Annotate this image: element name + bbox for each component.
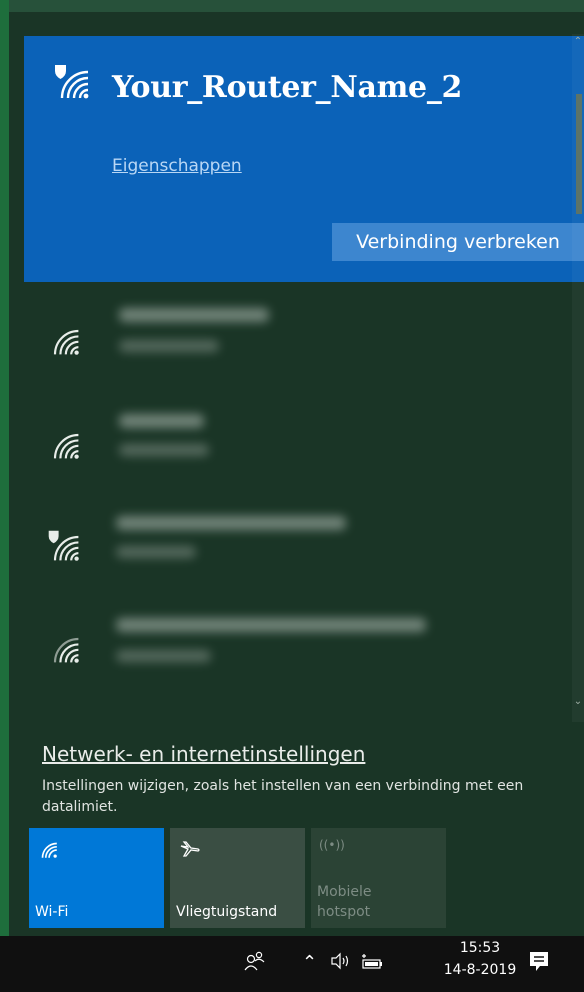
taskbar: ⌃ 15:53 14-8-2019: [0, 936, 584, 992]
network-name-blurred: [119, 414, 204, 428]
wifi-icon: [46, 630, 82, 666]
connected-network-name: Your_Router_Name_2: [112, 70, 463, 105]
network-status-blurred: [119, 340, 219, 352]
wifi-icon: [46, 322, 82, 358]
airplane-mode-label: Vliegtuigstand: [176, 904, 278, 920]
action-center-icon[interactable]: [528, 950, 550, 978]
wifi-icon: [37, 838, 59, 864]
airplane-icon: [178, 838, 202, 866]
desktop-edge: [0, 0, 9, 936]
clock-date[interactable]: 14-8-2019: [440, 962, 520, 978]
properties-link[interactable]: Eigenschappen: [112, 156, 242, 176]
network-item[interactable]: [24, 302, 564, 382]
mobile-hotspot-toggle[interactable]: ((•)) Mobiele hotspot: [311, 828, 446, 928]
airplane-mode-toggle[interactable]: Vliegtuigstand: [170, 828, 305, 928]
network-item[interactable]: [24, 610, 564, 690]
network-status-blurred: [119, 444, 209, 456]
wifi-secured-icon: [46, 528, 82, 564]
mobile-hotspot-label: Mobiele hotspot: [317, 884, 372, 920]
wifi-icon: [46, 426, 82, 462]
network-settings-link[interactable]: Netwerk- en internetinstellingen: [42, 742, 365, 766]
connected-network[interactable]: Your_Router_Name_2 Eigenschappen Verbind…: [24, 36, 584, 282]
network-name-blurred: [119, 308, 269, 322]
desktop-edge-top: [9, 0, 584, 12]
wifi-secured-icon: [52, 62, 92, 102]
disconnect-button[interactable]: Verbinding verbreken: [332, 223, 584, 261]
people-icon[interactable]: [244, 950, 266, 976]
network-status-blurred: [116, 650, 211, 662]
network-name-blurred: [116, 618, 426, 632]
network-item[interactable]: [24, 508, 564, 588]
network-flyout: Your_Router_Name_2 Eigenschappen Verbind…: [9, 12, 584, 936]
network-settings-description: Instellingen wijzigen, zoals het instell…: [42, 778, 524, 815]
volume-icon[interactable]: [330, 952, 352, 974]
network-status-blurred: [116, 546, 196, 558]
network-name-blurred: [116, 516, 346, 530]
wifi-toggle-label: Wi-Fi: [35, 904, 69, 920]
chevron-up-icon[interactable]: ⌃: [302, 952, 317, 973]
clock-time[interactable]: 15:53: [440, 940, 520, 956]
wifi-toggle[interactable]: Wi-Fi: [29, 828, 164, 928]
network-item[interactable]: [24, 406, 564, 486]
hotspot-icon: ((•)): [319, 838, 345, 852]
scroll-down-icon[interactable]: ⌄: [573, 696, 583, 708]
scrollbar[interactable]: [572, 34, 584, 722]
scroll-up-icon[interactable]: ⌃: [573, 36, 583, 48]
scroll-thumb[interactable]: [576, 94, 582, 214]
battery-icon[interactable]: [360, 952, 384, 974]
